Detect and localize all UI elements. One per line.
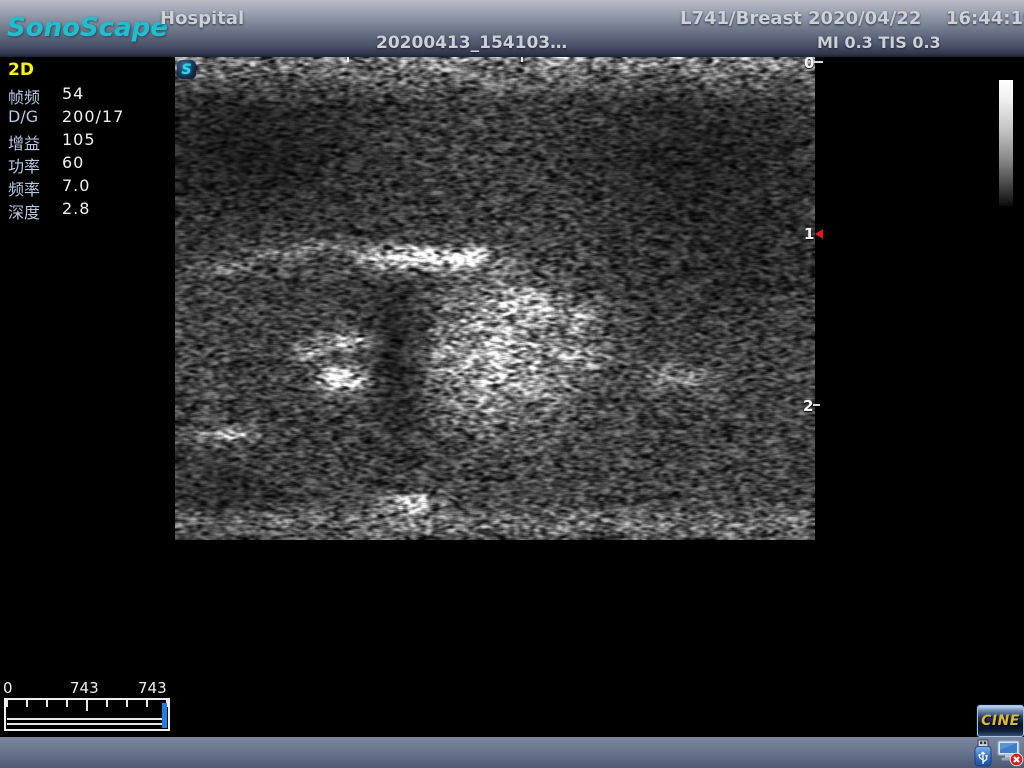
ultrasound-image[interactable] <box>175 57 815 540</box>
depth-tick <box>814 61 823 63</box>
ultrasound-image-area[interactable]: S <box>175 57 815 540</box>
probe-orientation-mark: S <box>177 60 196 79</box>
param-value: 2.8 <box>62 199 90 222</box>
ultrasound-screen: SonoScape Hospital L741/Breast 2020/04/2… <box>0 0 1024 768</box>
cine-scrubber-line <box>7 718 167 720</box>
depth-mark-1: 1 <box>804 225 814 243</box>
depth-mark-2: 2 <box>803 397 813 415</box>
param-value: 200/17 <box>62 107 124 130</box>
param-row-frequency: 频率 7.0 <box>8 176 124 199</box>
cine-total-frames: 743 <box>138 679 167 697</box>
param-row-framerate: 帧频 54 <box>8 84 124 107</box>
param-label: D/G <box>8 107 62 130</box>
param-label: 功率 <box>8 153 62 176</box>
param-value: 7.0 <box>62 176 90 199</box>
param-row-depth: 深度 2.8 <box>8 199 124 222</box>
depth-mark-0: 0 <box>804 54 814 72</box>
param-row-dg: D/G 200/17 <box>8 107 124 130</box>
system-time: 16:44:19 <box>946 8 1024 29</box>
param-value: 60 <box>62 153 84 176</box>
title-bar: SonoScape Hospital L741/Breast 2020/04/2… <box>0 0 1024 57</box>
status-bar <box>0 737 1024 768</box>
width-scale-tick <box>521 57 523 62</box>
param-label: 频率 <box>8 176 62 199</box>
mi-tis-readout: MI 0.3 TIS 0.3 <box>817 33 941 52</box>
cine-tick <box>66 700 68 707</box>
cine-button[interactable]: CINE <box>977 705 1024 737</box>
cine-tick <box>6 700 8 707</box>
cine-scrubber[interactable] <box>4 698 170 731</box>
param-value: 105 <box>62 130 96 153</box>
probe-preset: L741/Breast <box>680 8 802 29</box>
cine-position-handle[interactable] <box>162 703 167 728</box>
cine-scrubber-line <box>7 723 167 725</box>
param-label: 深度 <box>8 199 62 222</box>
network-disconnected-icon <box>997 739 1024 767</box>
focus-marker-icon <box>815 229 823 239</box>
parameter-panel: 2D 帧频 54 D/G 200/17 增益 105 功率 60 频率 7.0 … <box>8 60 124 222</box>
param-row-gain: 增益 105 <box>8 130 124 153</box>
cine-tick <box>146 700 148 707</box>
usb-icon <box>973 739 993 767</box>
cine-button-label: CINE <box>981 713 1020 729</box>
cine-tick <box>86 700 88 711</box>
cine-tick <box>46 700 48 707</box>
cine-start-frame: 0 <box>3 679 13 697</box>
grayscale-map-bar <box>999 80 1013 206</box>
cine-current-frame: 743 <box>70 679 99 697</box>
hospital-name: Hospital <box>160 8 244 29</box>
param-row-power: 功率 60 <box>8 153 124 176</box>
cine-tick <box>126 700 128 707</box>
exam-id: 20200413_154103… <box>376 33 567 53</box>
param-label: 增益 <box>8 130 62 153</box>
param-value: 54 <box>62 84 84 107</box>
param-label: 帧频 <box>8 84 62 107</box>
sonoscape-logo: SonoScape <box>7 13 168 43</box>
mode-label: 2D <box>8 60 124 84</box>
cine-tick <box>106 700 108 707</box>
cine-tick <box>26 700 28 707</box>
system-date: 2020/04/22 <box>808 8 921 29</box>
depth-tick <box>813 404 820 406</box>
width-scale-tick <box>347 57 349 62</box>
